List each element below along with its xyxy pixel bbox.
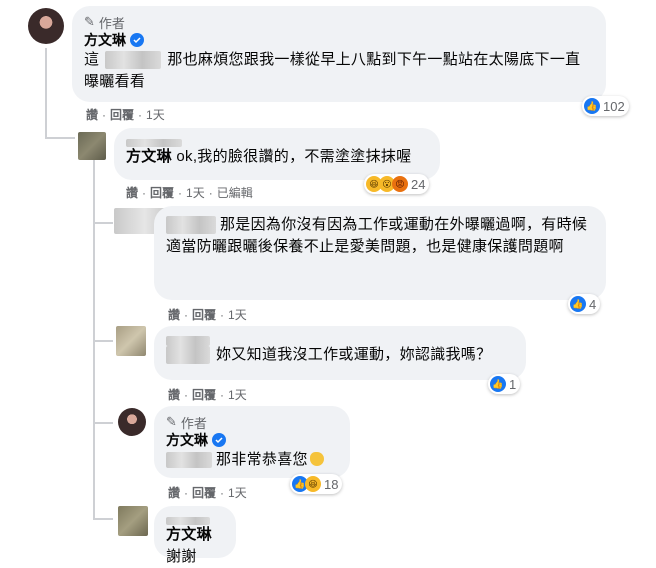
- comment-text: 那非常恭喜您: [166, 449, 338, 471]
- author-avatar[interactable]: [28, 8, 64, 44]
- comment-actions: 讚 · 回覆 · 1天: [168, 306, 247, 323]
- thread-line: [45, 48, 47, 138]
- reaction-count[interactable]: 👍 4: [568, 294, 601, 314]
- author-avatar[interactable]: [118, 408, 146, 436]
- comment-actions: 讚 · 回覆 · 1天: [168, 386, 247, 403]
- blurred-name: [166, 332, 514, 346]
- mention-link[interactable]: 方文琳: [166, 526, 212, 543]
- commenter-name[interactable]: 方文琳: [84, 30, 594, 49]
- reaction-count[interactable]: 👍 😆 18: [290, 474, 343, 494]
- comment-text: 妳又知道我沒工作或運動，妳認識我嗎？: [166, 344, 514, 366]
- timestamp[interactable]: 1天: [146, 106, 165, 123]
- blurred-mention: [166, 452, 212, 469]
- comment-text: 方文琳 ok,我的臉很讚的，不需塗塗抹抹喔: [126, 148, 412, 165]
- author-badge: ✎ 作者: [84, 14, 125, 31]
- like-button[interactable]: 讚: [126, 184, 138, 201]
- commenter-avatar[interactable]: [118, 506, 148, 536]
- author-badge: ✎ 作者: [166, 414, 207, 431]
- thread-line: [93, 222, 113, 224]
- haha-icon: 😆: [305, 476, 321, 492]
- timestamp[interactable]: 1天: [228, 484, 247, 501]
- blurred-name: [166, 512, 224, 525]
- like-icon: 👍: [490, 376, 506, 392]
- reaction-count[interactable]: 😆 😮 😡 24: [364, 174, 430, 194]
- timestamp[interactable]: 1天: [228, 386, 247, 403]
- comment-bubble: 妳又知道我沒工作或運動，妳認識我嗎？: [154, 326, 526, 380]
- verified-badge-icon: [212, 432, 226, 447]
- blurred-mention: [105, 51, 162, 70]
- verified-badge-icon: [130, 32, 144, 47]
- timestamp[interactable]: 1天: [228, 306, 247, 323]
- thread-line: [93, 340, 113, 342]
- comment-bubble: ✎ 作者 方文琳 這那也麻煩您跟我一樣從早上八點到下午一點站在太陽底下一直曝曬看…: [72, 6, 606, 102]
- blurred-mention: [166, 346, 210, 365]
- like-icon: 👍: [570, 296, 586, 312]
- commenter-name[interactable]: 方文琳: [166, 430, 338, 449]
- pencil-icon: ✎: [84, 14, 95, 29]
- comment-text: 那是因為你沒有因為工作或運動在外曝曬過啊，有時候適當防曬跟曬後保養不止是愛美問題…: [166, 216, 588, 255]
- edited-label: 已編輯: [216, 186, 253, 200]
- pencil-icon: ✎: [166, 414, 177, 429]
- thread-line: [45, 137, 75, 139]
- comment-text: 方文琳 謝謝: [166, 526, 212, 565]
- angry-icon: 😡: [392, 176, 408, 192]
- comment-bubble: 方文琳 謝謝: [154, 506, 236, 565]
- reply-button[interactable]: 回覆: [192, 484, 216, 501]
- like-icon: 👍: [584, 98, 600, 114]
- reaction-count[interactable]: 👍 1: [488, 374, 521, 394]
- like-button[interactable]: 讚: [168, 386, 180, 403]
- reply-button[interactable]: 回覆: [110, 106, 134, 123]
- comment-text: 這那也麻煩您跟我一樣從早上八點到下午一點站在太陽底下一直曝曬看看: [84, 51, 581, 90]
- thread-line: [93, 518, 113, 520]
- reply-button[interactable]: 回覆: [150, 184, 174, 201]
- comment-actions: 讚 · 回覆 · 1天: [168, 484, 247, 501]
- like-button[interactable]: 讚: [168, 484, 180, 501]
- thread-line: [93, 422, 113, 424]
- blurred-name: [126, 134, 428, 147]
- clap-emoji-icon: [309, 452, 324, 466]
- timestamp[interactable]: 1天: [186, 184, 205, 201]
- like-button[interactable]: 讚: [86, 106, 98, 123]
- like-button[interactable]: 讚: [168, 306, 180, 323]
- comment-actions: 讚 · 回覆 · 1天: [86, 106, 165, 123]
- comment-bubble: ✎ 作者 方文琳 那非常恭喜您: [154, 406, 350, 478]
- comment-actions: 讚 · 回覆 · 1天 · 已編輯: [126, 184, 253, 201]
- blurred-mention: [166, 216, 216, 235]
- comment-bubble: 那是因為你沒有因為工作或運動在外曝曬過啊，有時候適當防曬跟曬後保養不止是愛美問題…: [154, 206, 606, 300]
- reply-button[interactable]: 回覆: [192, 386, 216, 403]
- comment-bubble: 方文琳 ok,我的臉很讚的，不需塗塗抹抹喔: [114, 128, 440, 180]
- reaction-count[interactable]: 👍 102: [582, 96, 629, 116]
- mention-link[interactable]: 方文琳: [126, 148, 172, 165]
- commenter-avatar[interactable]: [78, 132, 106, 160]
- commenter-avatar[interactable]: [116, 326, 146, 356]
- reply-button[interactable]: 回覆: [192, 306, 216, 323]
